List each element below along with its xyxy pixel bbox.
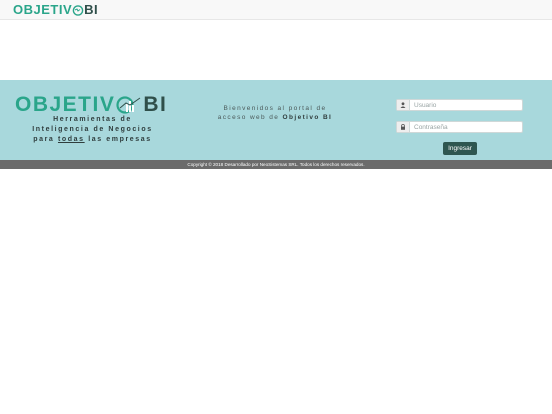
tagline-post: las empresas bbox=[88, 136, 152, 143]
tagline-line2: Inteligencia de Negocios bbox=[32, 126, 153, 133]
header-logo-bi: BI bbox=[84, 1, 99, 17]
globe-icon bbox=[72, 5, 84, 16]
user-icon bbox=[397, 100, 410, 110]
welcome-line2-pre: acceso web de bbox=[217, 114, 280, 121]
login-submit-button[interactable]: Ingresar bbox=[443, 142, 477, 155]
footer-copyright: Copyright © 2018 Desarrollado por NeoSis… bbox=[0, 160, 552, 169]
globe-chart-icon bbox=[116, 96, 141, 114]
tagline-pre: para bbox=[33, 136, 55, 143]
username-input[interactable] bbox=[410, 100, 522, 110]
welcome-message: Bienvenidos al portal de acceso web de O… bbox=[205, 104, 345, 122]
brand-logo-main: OBJETIV bbox=[15, 92, 116, 116]
header-logo-text: OBJETIV BI bbox=[13, 3, 98, 16]
welcome-brand: Objetivo BI bbox=[282, 114, 333, 121]
header-logo-main: OBJETIV bbox=[13, 1, 73, 17]
welcome-line1: Bienvenidos al portal de bbox=[223, 105, 327, 112]
brand-logo: OBJETIV BI bbox=[15, 94, 167, 115]
top-navbar: OBJETIV BI bbox=[0, 0, 552, 20]
brand-logo-bi: BI bbox=[143, 92, 168, 116]
tagline-line1: Herramientas de bbox=[53, 116, 132, 123]
tagline-line3: para todas las empresas bbox=[15, 135, 170, 145]
tagline-emph: todas bbox=[57, 136, 85, 143]
brand-logo-text: OBJETIV BI bbox=[15, 94, 167, 115]
brand-tagline: Herramientas de Inteligencia de Negocios… bbox=[15, 115, 170, 145]
header-logo[interactable]: OBJETIV BI bbox=[13, 2, 98, 17]
password-input[interactable] bbox=[410, 122, 522, 132]
lock-icon bbox=[397, 122, 410, 132]
username-field[interactable] bbox=[396, 99, 523, 111]
welcome-line2: acceso web de Objetivo BI bbox=[205, 113, 345, 122]
password-field[interactable] bbox=[396, 121, 523, 133]
